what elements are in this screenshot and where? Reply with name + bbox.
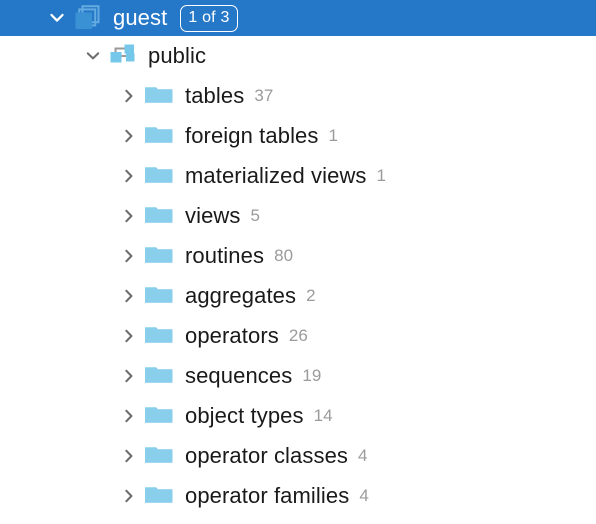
tree-item-count: 37 [254,86,274,105]
tree-row-views[interactable]: views 5 [0,196,596,236]
tree-item-count: 26 [288,326,308,345]
tree-row-operator-classes[interactable]: operator classes 4 [0,436,596,476]
folder-icon [143,403,175,429]
tree-item-label: aggregates [185,283,297,308]
tree-row-object-types[interactable]: object types 14 [0,396,596,436]
tree-item-count: 5 [250,206,261,225]
folder-icon [143,83,175,109]
tree-row-tables[interactable]: tables 37 [0,76,596,116]
tree-row-operator-families[interactable]: operator families 4 [0,476,596,516]
chevron-right-icon[interactable] [116,83,142,109]
chevron-right-icon[interactable] [116,123,142,149]
chevron-right-icon[interactable] [116,163,142,189]
tree-item-label: sequences [185,363,293,388]
folder-icon [143,283,175,309]
folder-icon [143,243,175,269]
tree-label-public: public [148,43,207,68]
folder-icon [143,123,175,149]
tree-item-label: operators [185,323,279,348]
tree-row-guest[interactable]: guest 1 of 3 [0,0,596,36]
tree-item-label: object types [185,403,304,428]
chevron-right-icon[interactable] [116,363,142,389]
tree-item-label: materialized views [185,163,367,188]
chevron-down-icon[interactable] [80,43,106,69]
tree-row-foreign-tables[interactable]: foreign tables 1 [0,116,596,156]
tree-item-count: 4 [358,446,368,465]
chevron-right-icon[interactable] [116,203,142,229]
tree-row-operators[interactable]: operators 26 [0,316,596,356]
stacked-databases-icon [72,4,102,32]
chevron-right-icon[interactable] [116,483,142,509]
connection-index-badge: 1 of 3 [180,4,238,32]
folder-icon [143,363,175,389]
tree-row-materialized-views[interactable]: materialized views 1 [0,156,596,196]
tree-item-count: 1 [376,166,387,185]
tree-row-sequences[interactable]: sequences 19 [0,356,596,396]
tree-item-label: routines [185,243,265,268]
tree-row-routines[interactable]: routines 80 [0,236,596,276]
tree-item-label: views [185,203,241,228]
tree-item-label: tables [185,83,245,108]
folder-icon [143,163,175,189]
tree-item-count: 14 [313,406,333,425]
tree-item-count: 4 [359,486,369,505]
tree-item-count: 19 [302,366,322,385]
chevron-right-icon[interactable] [116,323,142,349]
tree-label-guest: guest [113,5,168,30]
tree-item-count: 80 [274,246,294,265]
folder-icon [143,323,175,349]
tree-item-label: operator families [185,483,350,508]
tree-item-count: 2 [306,286,316,305]
folder-icon [143,443,175,469]
database-object-tree: guest 1 of 3 public tables 37 foreign ta… [0,0,596,524]
chevron-right-icon[interactable] [116,443,142,469]
tree-children-container: tables 37 foreign tables 1 materialized … [0,76,596,516]
chevron-right-icon[interactable] [116,283,142,309]
chevron-right-icon[interactable] [116,243,142,269]
tree-row-public[interactable]: public [0,36,596,76]
folder-icon [143,483,175,509]
schema-hierarchy-icon [108,43,138,69]
tree-item-count: 1 [328,126,339,145]
tree-item-label: foreign tables [185,123,319,148]
tree-item-label: operator classes [185,443,349,468]
folder-icon [143,203,175,229]
chevron-right-icon[interactable] [116,403,142,429]
chevron-down-icon[interactable] [44,5,70,31]
tree-row-aggregates[interactable]: aggregates 2 [0,276,596,316]
